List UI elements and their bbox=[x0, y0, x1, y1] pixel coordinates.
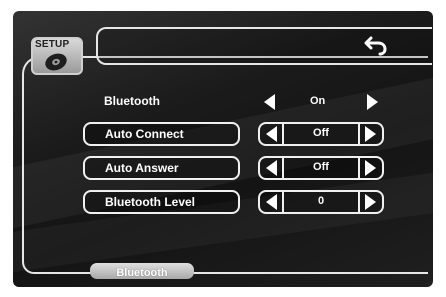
auto-answer-label: Auto Answer bbox=[105, 161, 179, 175]
auto-connect-value: Off bbox=[313, 127, 329, 139]
back-arrow-icon[interactable] bbox=[364, 32, 390, 58]
bluetooth-level-next-arrow[interactable] bbox=[365, 194, 376, 210]
bluetooth-next-arrow[interactable] bbox=[367, 94, 378, 110]
bluetooth-level-value: 0 bbox=[317, 195, 325, 207]
bluetooth-level-button[interactable]: Bluetooth Level bbox=[83, 190, 240, 214]
setup-tab-label: SETUP bbox=[35, 39, 70, 50]
bluetooth-label: Bluetooth bbox=[104, 94, 160, 108]
divider bbox=[358, 124, 360, 144]
divider bbox=[358, 192, 360, 212]
setup-tab[interactable]: SETUP bbox=[31, 37, 83, 75]
auto-connect-next-arrow[interactable] bbox=[365, 126, 376, 142]
auto-answer-next-arrow[interactable] bbox=[365, 160, 376, 176]
bluetooth-prev-arrow[interactable] bbox=[264, 94, 275, 110]
bluetooth-level-selector[interactable]: 0 bbox=[258, 190, 384, 214]
bottom-tab-label: Bluetooth bbox=[116, 267, 168, 279]
auto-connect-selector[interactable]: Off bbox=[258, 122, 384, 146]
divider bbox=[358, 158, 360, 178]
bluetooth-level-label: Bluetooth Level bbox=[105, 195, 196, 209]
bluetooth-bottom-tab[interactable]: Bluetooth bbox=[90, 263, 194, 279]
auto-answer-selector[interactable]: Off bbox=[258, 156, 384, 180]
cd-disc-icon bbox=[45, 53, 67, 71]
device-screen: SETUP Bluetooth On Auto Connect Off Auto… bbox=[0, 0, 446, 297]
auto-connect-label: Auto Connect bbox=[105, 127, 184, 141]
auto-connect-button[interactable]: Auto Connect bbox=[83, 122, 240, 146]
bluetooth-value: On bbox=[310, 95, 326, 107]
auto-answer-value: Off bbox=[313, 161, 329, 173]
auto-answer-button[interactable]: Auto Answer bbox=[83, 156, 240, 180]
